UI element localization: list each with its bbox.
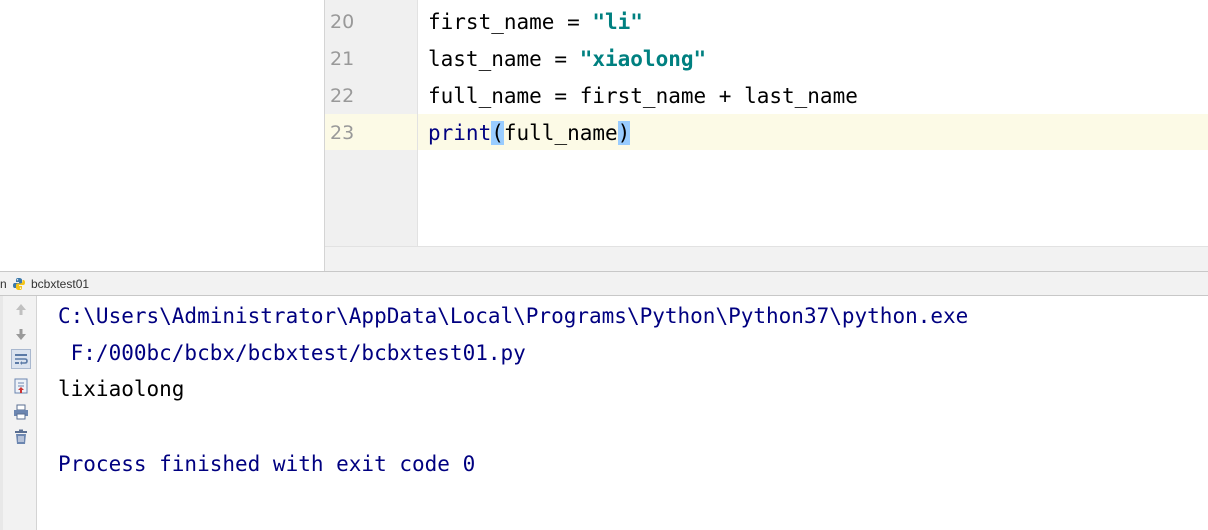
run-config-tab[interactable]: bcbxtest01 [31,277,89,291]
run-tool-window-header: n bcbxtest01 [0,271,1208,296]
console-exit-message: Process finished with exit code 0 [58,452,476,476]
code-text: last_name = [428,47,580,71]
run-console[interactable]: C:\Users\Administrator\AppData\Local\Pro… [37,296,1208,530]
console-command-line: C:\Users\Administrator\AppData\Local\Pro… [58,304,969,328]
print-icon[interactable] [11,402,31,422]
matched-paren: ( [491,121,504,145]
line-number: 21 [330,48,355,70]
string-literal: "li" [592,10,643,34]
code-line[interactable]: first_name = "li" [428,4,643,41]
console-output-line: lixiaolong [58,377,185,401]
trash-icon[interactable] [11,427,31,447]
code-line[interactable]: last_name = "xiaolong" [428,41,706,78]
down-arrow-icon[interactable] [11,324,31,344]
line-number: 22 [330,85,355,107]
project-pane[interactable] [0,0,325,271]
code-area[interactable]: first_name = "li" last_name = "xiaolong"… [418,0,1208,246]
code-editor[interactable]: 20 21 22 23 first_name = "li" last_name … [325,0,1208,272]
python-icon [12,277,26,291]
code-text: first_name = [428,10,593,34]
code-line[interactable]: print(full_name) [428,115,631,152]
line-number: 20 [330,11,355,33]
code-line[interactable]: full_name = first_name + last_name [428,78,858,115]
up-arrow-icon[interactable] [11,300,31,320]
string-literal: "xiaolong" [579,47,707,71]
code-text: full_name [503,121,618,145]
line-number-gutter: 20 21 22 23 [325,0,418,246]
editor-scrollbar-strip[interactable] [325,246,1208,272]
run-toolbar [0,296,37,530]
builtin-function: print [428,121,492,145]
line-number: 23 [330,122,355,144]
toolbar-edge [0,296,3,530]
console-command-line-continued: F:/000bc/bcbx/bcbxtest/bcbxtest01.py [58,341,526,365]
run-tab-prefix: n [0,277,7,291]
matched-paren: ) [617,121,631,145]
scroll-to-end-icon[interactable] [11,376,31,396]
soft-wrap-icon[interactable] [11,349,31,369]
